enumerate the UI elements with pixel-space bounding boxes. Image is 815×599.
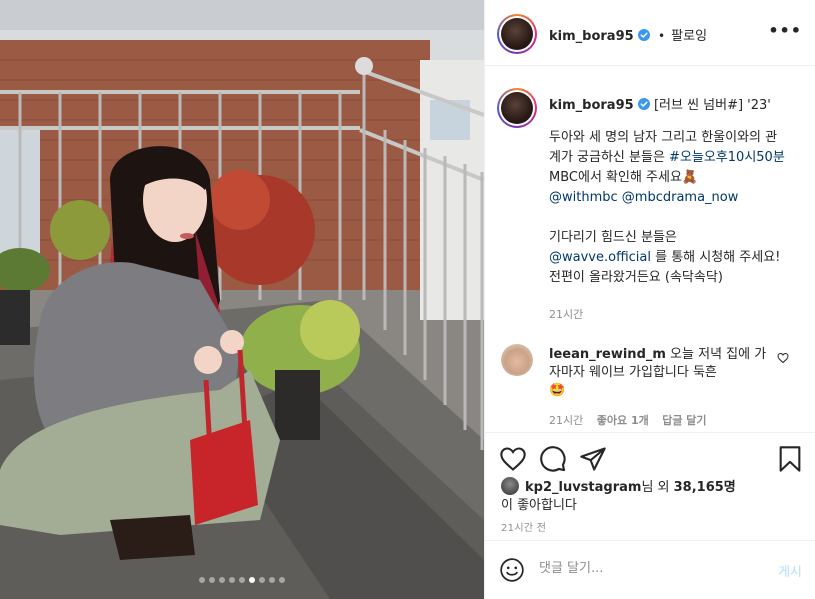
carousel-dot (219, 577, 225, 583)
carousel-dot (209, 577, 215, 583)
mention-mbcdrama[interactable]: @mbcdrama_now (622, 190, 739, 205)
follow-separator: • (657, 29, 666, 43)
liker-username[interactable]: kp2_luvstagram (525, 480, 641, 495)
header-author-row: kim_bora95 • 팔로잉 (549, 25, 707, 44)
likes-count[interactable]: 38,165명 (674, 480, 736, 495)
author-avatar[interactable] (497, 14, 537, 54)
carousel-dot (269, 577, 275, 583)
heart-icon[interactable] (499, 445, 527, 473)
more-options-icon[interactable]: ••• (768, 23, 802, 39)
caption-username[interactable]: kim_bora95 (549, 98, 634, 113)
caption-body: 두아와 세 명의 남자 그리고 한울이와의 관계가 궁금하신 분들은 #오늘오후… (549, 128, 785, 288)
caption-para2-mid: 를 통해 시청해 주세요! (650, 250, 781, 265)
mention-wavve[interactable]: @wavve.official (549, 250, 651, 265)
caption-title-row: kim_bora95 [러브 씬 넘버#] '23' (549, 94, 799, 113)
caption-avatar[interactable] (497, 88, 537, 128)
carousel-dot (239, 577, 245, 583)
author-username[interactable]: kim_bora95 (549, 29, 634, 44)
action-bar: kp2_luvstagram님 외 38,165명 이 좋아합니다 21시간 전 (485, 432, 815, 540)
comment-icon[interactable] (539, 445, 567, 473)
liker-avatar[interactable] (501, 477, 519, 495)
carousel-indicator (0, 577, 484, 583)
following-button[interactable]: 팔로잉 (671, 29, 707, 44)
comment-reply-button[interactable]: 답글 달기 (662, 414, 706, 427)
verified-badge-icon (637, 98, 650, 110)
share-icon[interactable] (579, 445, 607, 473)
post-photo[interactable] (0, 0, 484, 599)
caption-hashtag[interactable]: #오늘오후10시50분 (669, 150, 785, 165)
photo-illustration (0, 0, 484, 599)
commenter-avatar[interactable] (501, 344, 533, 376)
post-timestamp[interactable]: 21시간 전 (501, 519, 546, 534)
comment-body: leean_rewind_m 오늘 저녁 집에 가자마자 웨이브 가입합니다 둑… (549, 346, 769, 400)
comment-emoji: 🤩 (549, 383, 566, 398)
likes-tail: 이 좋아합니다 (501, 498, 577, 513)
smiley-icon[interactable] (499, 557, 525, 583)
caption-para2-text: 기다리기 힘드신 분들은 (549, 230, 677, 245)
add-comment-bar: 게시 (485, 540, 815, 599)
carousel-dot (259, 577, 265, 583)
comment-likes[interactable]: 좋아요 1개 (597, 414, 649, 427)
post-side-panel: kim_bora95 • 팔로잉 ••• kim_bora95 [러브 씬 넘버… (484, 0, 815, 599)
carousel-dot (279, 577, 285, 583)
caption-title: [러브 씬 넘버#] '23' (653, 98, 771, 113)
commenter-username[interactable]: leean_rewind_m (549, 347, 666, 362)
comment-like-heart-icon[interactable] (777, 352, 789, 364)
likes-summary: kp2_luvstagram님 외 38,165명 이 좋아합니다 (501, 477, 741, 515)
verified-badge-icon (637, 29, 650, 41)
carousel-dot (229, 577, 235, 583)
caption-para2-end: 전편이 올라왔거든요 (속닥속닥) (549, 270, 723, 285)
carousel-dot (199, 577, 205, 583)
caption-para1-end: MBC에서 확인해 주세요🧸 (549, 170, 699, 185)
mention-withmbc[interactable]: @withmbc (549, 190, 618, 205)
post-comment-button[interactable]: 게시 (778, 561, 802, 580)
post-header: kim_bora95 • 팔로잉 ••• (485, 0, 815, 66)
comment-timestamp[interactable]: 21시간 (549, 414, 583, 427)
likes-mid: 님 외 (641, 480, 674, 495)
carousel-dot (249, 577, 255, 583)
caption-timestamp[interactable]: 21시간 (549, 306, 583, 322)
bookmark-icon[interactable] (776, 445, 804, 473)
comment-meta: 21시간 좋아요 1개 답글 달기 (549, 412, 707, 428)
comment-input[interactable] (539, 561, 749, 576)
